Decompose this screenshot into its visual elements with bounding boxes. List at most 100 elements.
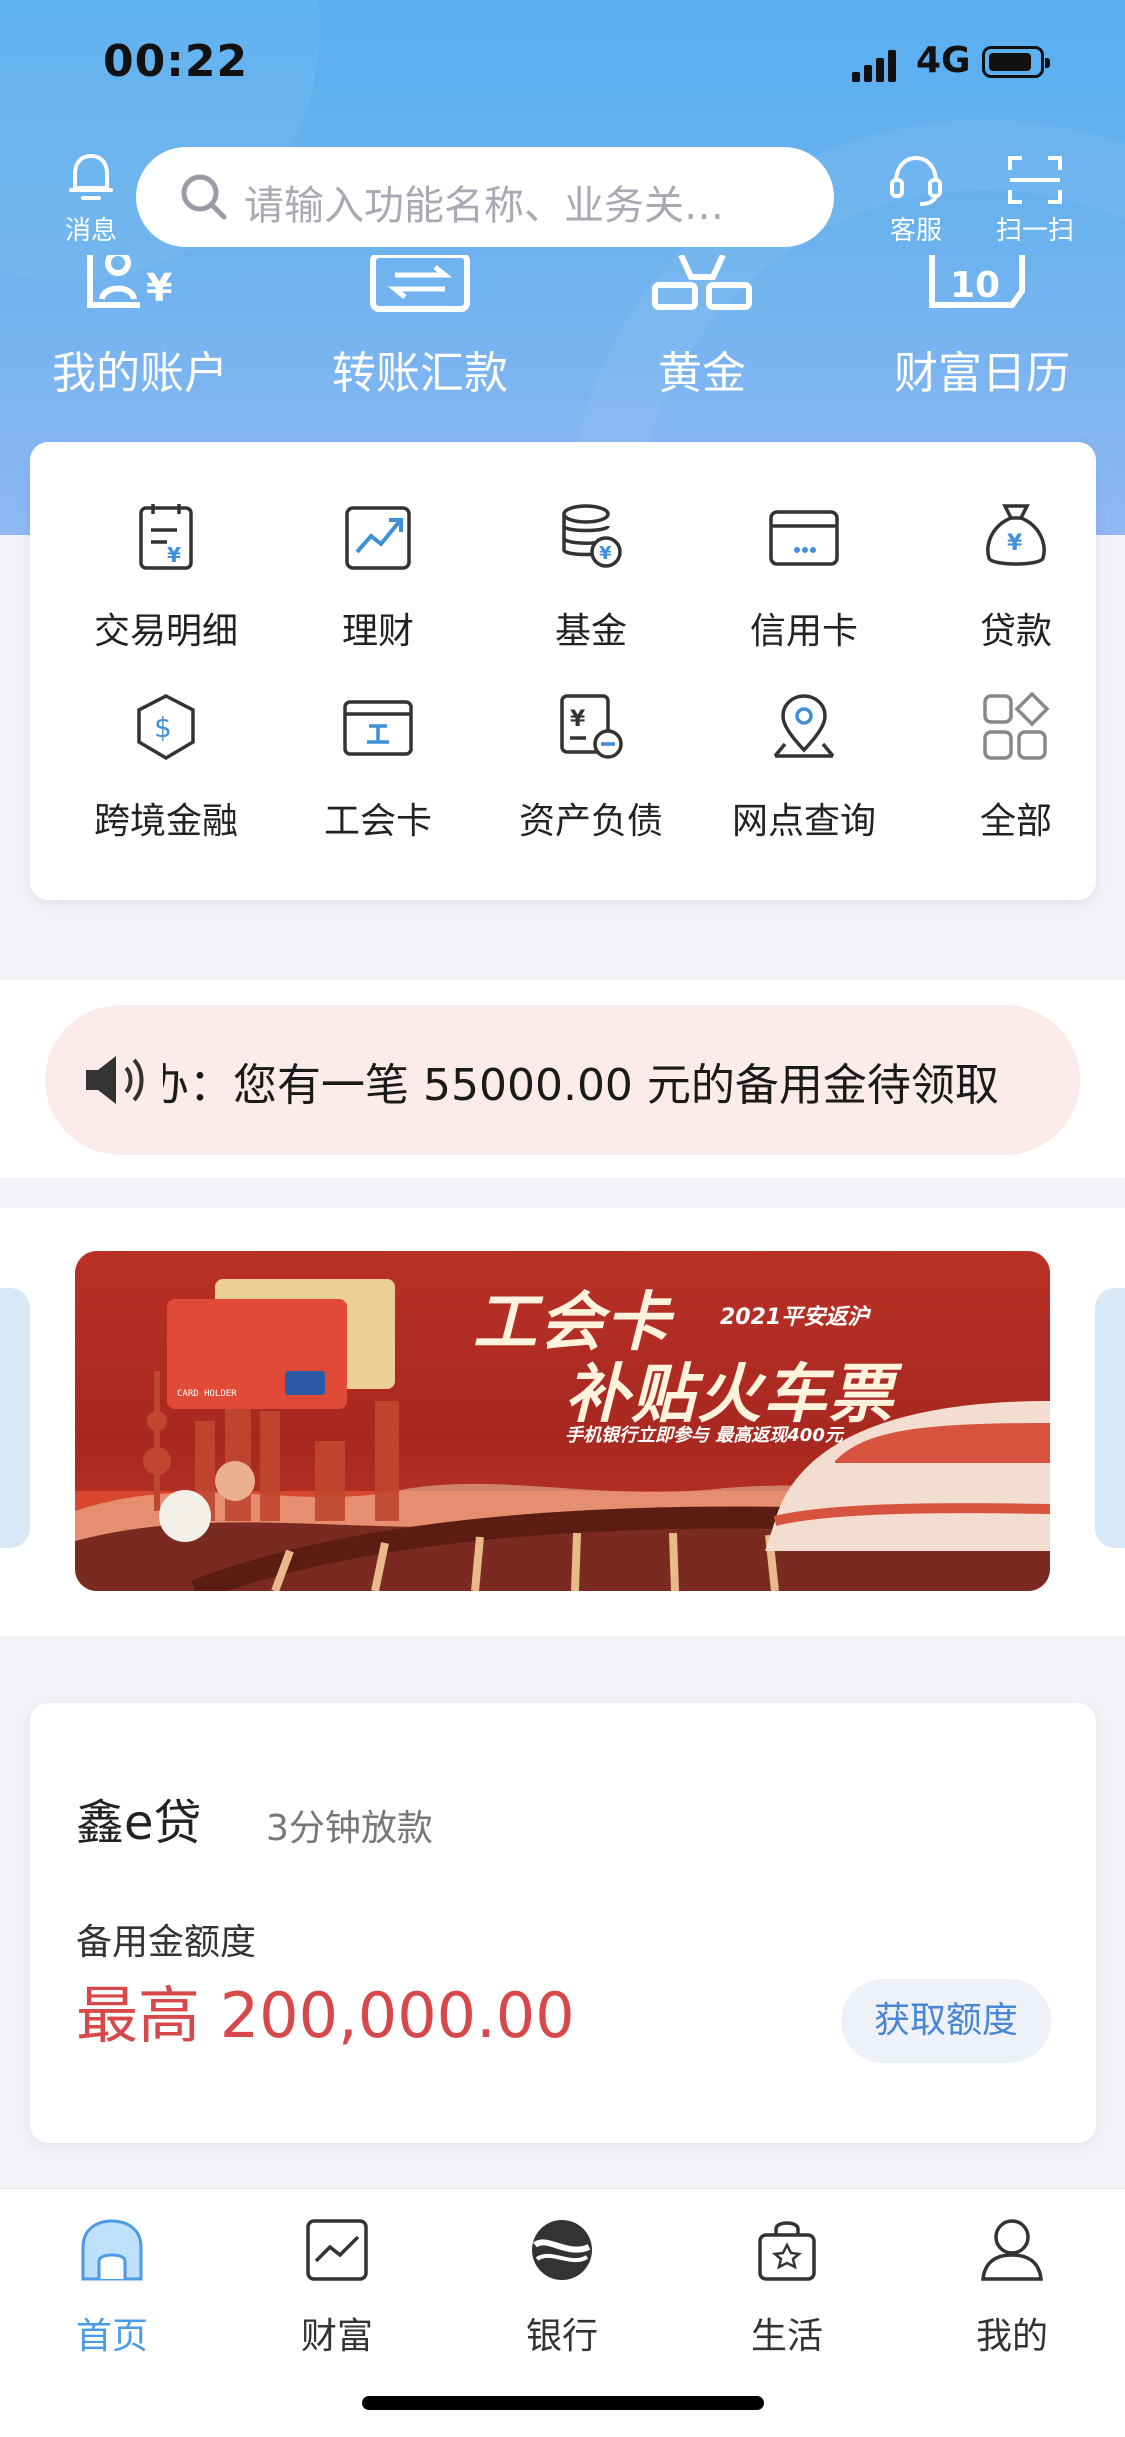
bell-icon: [69, 153, 113, 200]
tab-label: 财富: [300, 2316, 373, 2357]
message-label: 消息: [64, 216, 117, 246]
notice-bar[interactable]: 办：您有一笔 55000.00 元的备用金待领取: [45, 1005, 1080, 1155]
next-banner-peek[interactable]: [1095, 1288, 1125, 1548]
tab-home[interactable]: 首页: [32, 2217, 192, 2367]
banner-card-text: CARD HOLDER: [177, 1389, 237, 1399]
wealth-chart-icon: [345, 506, 411, 570]
service-union-card[interactable]: 工会卡: [278, 692, 478, 842]
service-label: 客服: [889, 216, 942, 246]
tab-wealth[interactable]: 财富: [257, 2217, 417, 2367]
quick-action-label: 黄金: [658, 348, 746, 399]
service-label: 工会卡: [323, 801, 432, 842]
service-label: 基金: [554, 611, 627, 652]
loan-product-name: 鑫e贷: [76, 1795, 202, 1851]
service-label: 跨境金融: [93, 801, 238, 842]
quick-action-label: 财富日历: [894, 348, 1070, 399]
quick-action-label: 转账汇款: [332, 348, 508, 399]
banner-badge: 2021平安返沪: [720, 1305, 870, 1330]
get-limit-label: 获取额度: [873, 2000, 1018, 2041]
svg-text:¥: ¥: [1007, 531, 1023, 556]
speaker-icon: [86, 1056, 144, 1104]
service-label: 交易明细: [93, 611, 238, 652]
notice-text: 办：您有一笔 55000.00 元的备用金待领取: [163, 1060, 999, 1111]
account-yuan-icon: ¥: [87, 255, 172, 310]
home-icon: [81, 2219, 143, 2281]
tab-label: 银行: [525, 2316, 598, 2357]
banner-subtitle: 手机银行立即参与 最高返现400元: [565, 1425, 843, 1446]
transaction-detail-icon: ¥: [139, 504, 193, 570]
service-label: 理财: [341, 611, 414, 652]
service-loan[interactable]: ¥ 贷款: [916, 502, 1116, 652]
tab-label: 首页: [75, 2316, 148, 2357]
profile-icon: [981, 2219, 1043, 2281]
bank-logo-icon: [532, 2220, 592, 2280]
service-branch-query[interactable]: 网点查询: [704, 692, 904, 842]
svg-text:¥: ¥: [570, 707, 586, 732]
calendar-10-icon: 10: [929, 255, 1025, 308]
svg-text:¥: ¥: [146, 266, 172, 310]
notice-section: 办：您有一笔 55000.00 元的备用金待领取: [0, 980, 1125, 1178]
banner-section: CARD HOLDER 2021平安返沪 工会卡 补贴火车票 手机银行立即参与 …: [0, 1208, 1125, 1636]
gold-bars-icon: [652, 255, 752, 310]
tab-mine[interactable]: 我的: [932, 2217, 1092, 2367]
status-bar: 00:22 4G: [0, 0, 1125, 125]
svg-text:$: $: [154, 711, 172, 744]
loan-amount: 最高 200,000.00: [76, 1979, 575, 2052]
svg-text:¥: ¥: [599, 543, 612, 564]
loan-tagline: 3分钟放款: [266, 1808, 433, 1849]
get-limit-button[interactable]: 获取额度: [841, 1979, 1051, 2063]
search-placeholder: 请输入功能名称、业务关…: [244, 183, 724, 229]
service-fund[interactable]: ¥ 基金: [491, 502, 691, 652]
quick-action-label: 我的账户: [52, 348, 228, 399]
tab-bank[interactable]: 银行: [482, 2217, 642, 2367]
quick-action-gold[interactable]: 黄金: [587, 255, 817, 399]
service-all[interactable]: 全部: [916, 692, 1116, 842]
cross-border-icon: $: [137, 694, 195, 761]
message-button[interactable]: 消息: [58, 152, 124, 246]
tab-life[interactable]: 生活: [707, 2217, 867, 2367]
service-label: 网点查询: [731, 801, 876, 842]
quick-action-wealth-calendar[interactable]: 10 财富日历: [867, 255, 1097, 399]
search-input[interactable]: 请输入功能名称、业务关…: [136, 147, 834, 247]
location-pin-icon: [773, 694, 835, 758]
service-credit-card[interactable]: 信用卡: [704, 502, 904, 652]
services-card: ¥ 交易明细 理财 ¥ 基金 信用卡 ¥ 贷款 $ 跨境金融 工会卡 ¥ 资产负…: [30, 442, 1096, 900]
service-cross-border[interactable]: $ 跨境金融: [66, 692, 266, 842]
loan-bag-icon: ¥: [986, 504, 1046, 566]
svg-text:¥: ¥: [167, 543, 181, 567]
quick-action-transfer[interactable]: 转账汇款: [305, 255, 535, 399]
tab-label: 生活: [750, 2316, 823, 2357]
quick-action-account[interactable]: ¥ 我的账户: [25, 255, 255, 399]
transfer-icon: [370, 255, 470, 312]
service-label: 资产负债: [518, 801, 663, 842]
search-icon: [181, 174, 227, 220]
fund-icon: ¥: [562, 504, 622, 568]
service-label: 信用卡: [749, 611, 858, 652]
all-grid-icon: [983, 692, 1050, 760]
service-label: 贷款: [979, 611, 1052, 652]
service-wealth[interactable]: 理财: [278, 502, 478, 652]
customer-service-button[interactable]: 客服: [876, 152, 956, 246]
signal-icon: [852, 50, 902, 82]
shopping-bag-icon: [758, 2221, 816, 2281]
prev-banner-peek[interactable]: [0, 1288, 30, 1548]
scan-label: 扫一扫: [995, 216, 1074, 246]
union-card-icon: [343, 700, 413, 756]
service-transaction-detail[interactable]: ¥ 交易明细: [66, 502, 266, 652]
scan-button[interactable]: 扫一扫: [990, 152, 1080, 246]
status-time: 00:22: [103, 36, 249, 87]
wealth-icon: [306, 2219, 368, 2281]
loan-limit-label: 备用金额度: [76, 1922, 257, 1963]
credit-card-icon: [769, 510, 839, 566]
service-assets-liabilities[interactable]: ¥ 资产负债: [491, 692, 691, 842]
battery-icon: [982, 46, 1050, 78]
svg-text:10: 10: [950, 265, 1000, 306]
service-label: 全部: [979, 801, 1052, 842]
loan-card[interactable]: 鑫e贷 3分钟放款 备用金额度 最高 200,000.00 获取额度: [30, 1703, 1096, 2143]
promo-banner[interactable]: CARD HOLDER 2021平安返沪 工会卡 补贴火车票 手机银行立即参与 …: [75, 1251, 1050, 1591]
home-indicator: [362, 2396, 764, 2410]
network-type: 4G: [916, 40, 971, 81]
assets-liabilities-icon: ¥: [560, 694, 623, 759]
scan-icon: [1008, 156, 1062, 204]
tab-label: 我的: [975, 2316, 1048, 2357]
